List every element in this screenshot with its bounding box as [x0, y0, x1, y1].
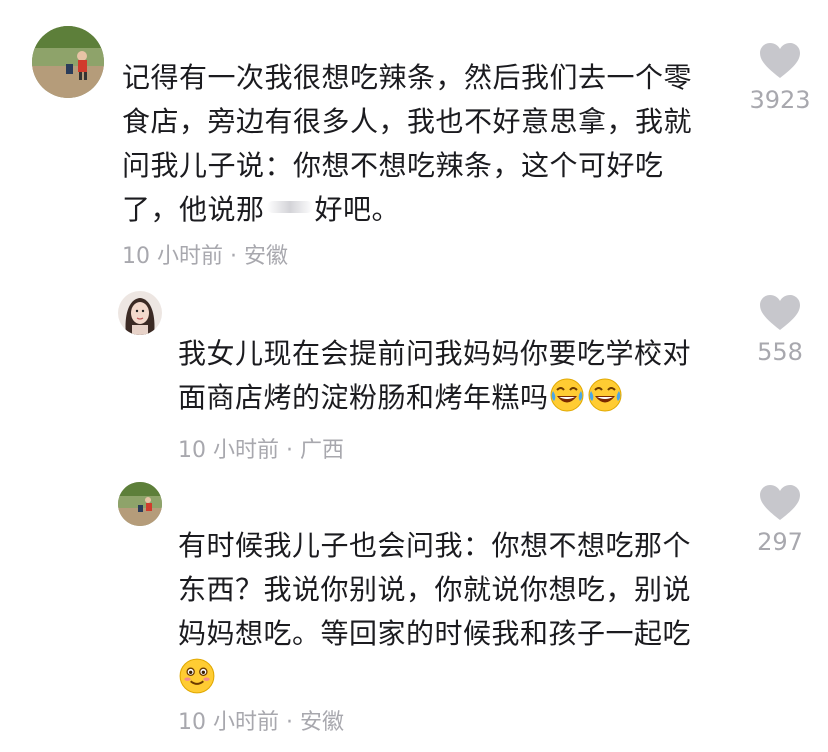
laughing-tears-emoji [588, 378, 622, 412]
comment-meta: 10 小时前 · 安徽 [122, 244, 288, 269]
like-count: 297 [757, 528, 803, 556]
comment-line: 我女儿现在会提前问我妈妈你要吃学校对 [178, 337, 692, 370]
comment-line: 食店，旁边有很多人，我也不好意思拿，我就 [122, 105, 693, 138]
comment-line: 妈妈想吃。等回家的时候我和孩子一起吃 [178, 617, 692, 650]
avatar[interactable] [118, 291, 162, 335]
censored-blur [266, 201, 313, 213]
comment-line: 问我儿子说：你想不想吃辣条，这个可好吃 [122, 149, 664, 182]
comment-fragment: 了，他说那 [122, 193, 265, 226]
avatar[interactable] [32, 26, 104, 98]
like-count: 558 [757, 338, 803, 366]
avatar-photo [32, 26, 104, 98]
blushing-smile-emoji [179, 658, 215, 694]
comment-text: 记得有一次我很想吃辣条，然后我们去一个零 食店，旁边有很多人，我也不好意思拿，我… [122, 56, 692, 232]
heart-icon [760, 485, 800, 520]
like-count: 3923 [749, 86, 811, 114]
like-button[interactable]: 558 [740, 294, 820, 366]
avatar[interactable] [118, 482, 162, 526]
comment-line: 记得有一次我很想吃辣条，然后我们去一个零 [122, 61, 693, 94]
comment-line: 东西？我说你别说，你就说你想吃，别说 [178, 573, 692, 606]
comment-fragment: 面商店烤的淀粉肠和烤年糕吗 [178, 381, 549, 414]
comment-line: 了，他说那 好吧。 [122, 188, 692, 232]
heart-icon [760, 43, 800, 78]
like-button[interactable]: 3923 [740, 42, 820, 114]
avatar-photo [118, 291, 162, 335]
heart-icon [760, 295, 800, 330]
comment-line [178, 656, 691, 700]
comment-meta: 10 小时前 · 安徽 [178, 710, 344, 735]
laughing-tears-emoji [550, 378, 584, 412]
comment-text: 我女儿现在会提前问我妈妈你要吃学校对 面商店烤的淀粉肠和烤年糕吗 [178, 332, 691, 420]
like-button[interactable]: 297 [740, 484, 820, 556]
comment-meta: 10 小时前 · 广西 [178, 438, 344, 463]
comment-line: 有时候我儿子也会问我：你想不想吃那个 [178, 529, 692, 562]
comment-fragment: 好吧。 [314, 193, 401, 226]
comment-line: 面商店烤的淀粉肠和烤年糕吗 [178, 376, 691, 420]
avatar-photo [118, 482, 162, 526]
comment-text: 有时候我儿子也会问我：你想不想吃那个 东西？我说你别说，你就说你想吃，别说 妈妈… [178, 524, 691, 700]
